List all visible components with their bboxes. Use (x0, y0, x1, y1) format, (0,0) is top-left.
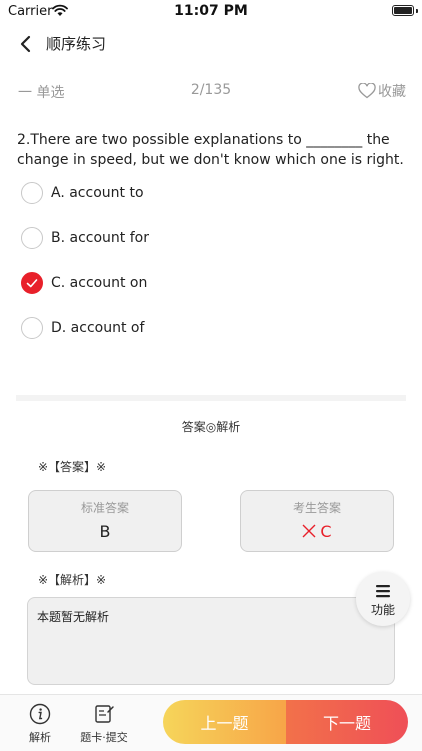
section-divider (16, 395, 406, 401)
analysis-box: 本题暂无解析 (27, 597, 395, 685)
analysis-tab-label: 解析 (29, 731, 51, 744)
option-label: A. account to (51, 185, 144, 201)
student-answer-row: C (241, 522, 393, 541)
standard-answer-value: B (99, 522, 111, 541)
menu-icon (376, 585, 390, 598)
option-c[interactable]: C. account on (21, 267, 147, 299)
standard-answer-caption: 标准答案 (80, 501, 129, 515)
checked-radio-icon (21, 272, 43, 294)
student-answer-caption: 考生答案 (292, 501, 341, 515)
wrong-cross-icon (302, 524, 316, 538)
page-title: 顺序练习 (46, 35, 107, 53)
favorite-button[interactable]: 收藏 (358, 81, 406, 101)
standard-answer-box: 标准答案 B (28, 490, 182, 552)
option-label: B. account for (51, 230, 149, 246)
option-d[interactable]: D. account of (21, 312, 144, 344)
option-b[interactable]: B. account for (21, 222, 149, 254)
student-answer-box: 考生答案 C (240, 490, 394, 552)
previous-question-button[interactable]: 上一题 (163, 700, 286, 744)
next-question-button[interactable]: 下一题 (286, 700, 408, 744)
back-arrow-icon[interactable] (16, 34, 36, 54)
answer-card-submit-label: 题卡·提交 (80, 731, 128, 744)
analysis-label: ※【解析】※ (38, 573, 107, 587)
favorite-label: 收藏 (378, 84, 406, 100)
answer-sheet-icon (95, 705, 114, 723)
option-label: D. account of (51, 320, 145, 336)
question-text: 2.There are two possible explanations to… (17, 132, 404, 168)
function-button[interactable]: 功能 (356, 572, 410, 626)
function-label: 功能 (370, 603, 395, 617)
battery-icon (392, 5, 414, 16)
answer-card-submit-tab[interactable]: 题卡·提交 (79, 703, 129, 745)
answer-label: ※【答案】※ (38, 460, 107, 474)
answer-analysis-heading: 答案◎解析 (181, 420, 241, 434)
info-icon (29, 703, 51, 725)
radio-icon (21, 317, 43, 339)
radio-icon (21, 182, 43, 204)
analysis-tab[interactable]: 解析 (15, 703, 65, 745)
radio-icon (21, 227, 43, 249)
analysis-text: 本题暂无解析 (37, 610, 110, 624)
option-a[interactable]: A. account to (21, 177, 144, 209)
status-bar: Carrier 11:07 PM (0, 0, 422, 24)
battery-tip (416, 9, 418, 13)
student-answer-value: C (320, 522, 332, 541)
heart-icon (358, 83, 376, 99)
option-label: C. account on (51, 275, 148, 291)
clock: 11:07 PM (174, 3, 248, 19)
